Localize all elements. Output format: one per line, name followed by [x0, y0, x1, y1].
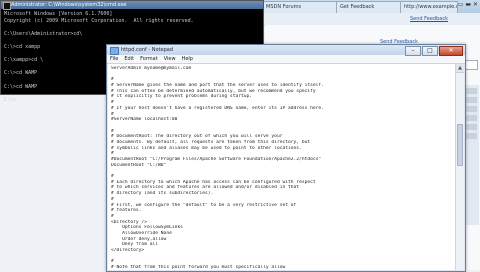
- minimize-button[interactable]: –: [405, 46, 421, 56]
- menu-file[interactable]: File: [110, 55, 118, 63]
- browser-window-controls[interactable]: ▭ ▬ ✕: [458, 1, 478, 8]
- maximize-button[interactable]: □: [422, 46, 438, 56]
- menu-format[interactable]: Format: [140, 55, 158, 63]
- cmd-title: Administrator: C:\Windows\system32\cmd.e…: [11, 2, 127, 8]
- browser-tab[interactable]: MSDN Forums: [262, 1, 340, 13]
- menu-view[interactable]: View: [164, 55, 176, 63]
- menu-edit[interactable]: Edit: [124, 55, 134, 63]
- notepad-text-area[interactable]: ServerAdmin myname@mymail.com # # ServerN…: [108, 64, 456, 270]
- browser-tab[interactable]: http://www.example.com: [400, 1, 458, 13]
- notepad-window[interactable]: httpd.conf - Notepad – □ ✕ File Edit For…: [106, 44, 466, 272]
- console-line: Microsoft Windows [Version 6.1.7600]: [4, 11, 113, 17]
- console-line: Copyright (c) 2009 Microsoft Corporation…: [4, 17, 194, 24]
- scroll-up-icon[interactable]: ▲: [456, 64, 464, 73]
- cmd-title-bar[interactable]: Administrator: C:\Windows\system32\cmd.e…: [1, 1, 263, 10]
- notepad-title: httpd.conf - Notepad: [121, 47, 173, 53]
- text-line: # Note that from this point forward you …: [111, 265, 286, 270]
- notepad-menu-bar: File Edit Format View Help: [107, 55, 465, 64]
- toolbar-feedback-link[interactable]: Send Feedback: [410, 16, 448, 22]
- vertical-scrollbar[interactable]: ▲: [455, 64, 464, 270]
- scroll-thumb[interactable]: [457, 124, 463, 166]
- browser-tab[interactable]: Get Feedback: [336, 1, 404, 13]
- menu-help[interactable]: Help: [182, 55, 193, 63]
- cmd-icon: [3, 2, 11, 10]
- close-button[interactable]: ✕: [439, 46, 463, 56]
- notepad-title-bar[interactable]: httpd.conf - Notepad – □ ✕: [107, 45, 465, 56]
- notepad-icon: [110, 47, 119, 55]
- console-line: C:\Users\Administrator>cd\: [4, 30, 83, 37]
